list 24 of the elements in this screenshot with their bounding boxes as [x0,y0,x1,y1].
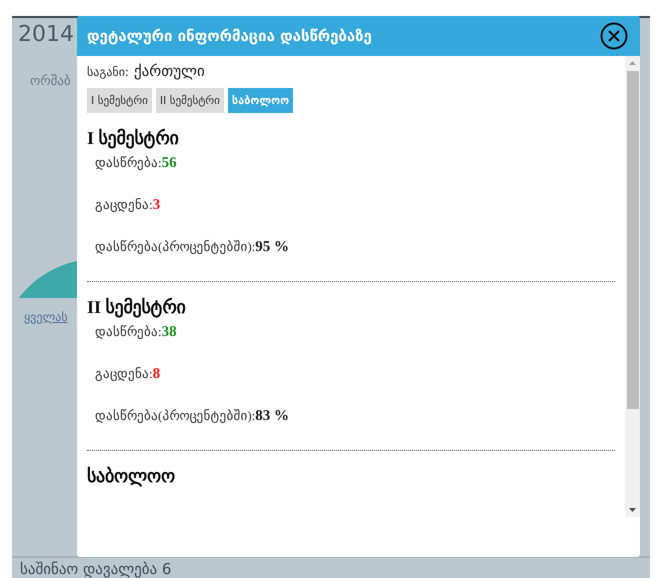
stat-value: 8 [152,366,160,383]
semester-tab[interactable]: I სემესტრი [87,88,152,113]
dialog-title: დეტალური ინფორმაცია დასწრებაზე [87,27,372,45]
stat-label: დასწრება: [95,324,162,340]
stat-value: 38 [162,324,177,341]
stat-label: დასწრება(პროცენტებში): [95,408,256,424]
weekday-text: ორშაბ [30,74,71,89]
stat-value: 3 [152,197,160,214]
section-heading: I სემესტრი [87,127,180,149]
subject-name: ქართული [134,62,205,80]
stat-value: 83 % [255,408,290,425]
stat-value: 56 [162,155,177,172]
semester-tab[interactable]: II სემესტრი [156,88,224,113]
stat-value: 95 % [255,239,290,256]
section-heading: საბოლოო [87,465,176,487]
stat-label: დასწრება: [95,155,162,171]
stat-label: გაცდენა: [95,366,153,382]
stat-label: დასწრება(პროცენტებში): [95,239,256,255]
stat-label: გაცდენა: [95,197,153,213]
close-icon[interactable] [600,22,628,50]
scrollbar-thumb[interactable] [626,71,638,409]
year-text: 2014 [18,22,74,47]
subject-label: საგანი: [87,65,129,79]
section-heading: II სემესტრი [87,296,187,318]
